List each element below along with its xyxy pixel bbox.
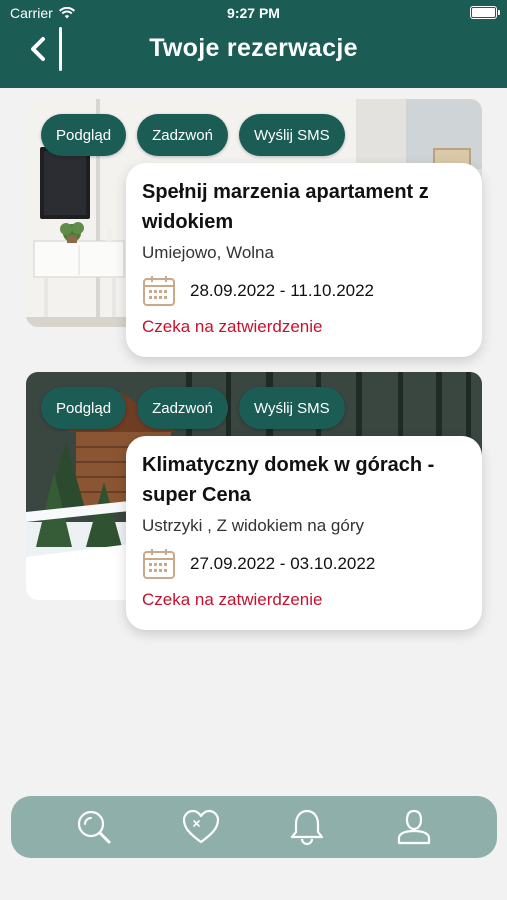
app-header: Carrier 9:27 PM Twoje rezerwacje bbox=[0, 0, 507, 88]
date-range: 28.09.2022 - 11.10.2022 bbox=[190, 281, 375, 300]
preview-button[interactable]: Podgląd bbox=[41, 387, 127, 429]
preview-button[interactable]: Podgląd bbox=[41, 114, 127, 156]
listing-location: Ustrzyki , Z widokiem na góry bbox=[142, 516, 364, 535]
listing-title: Klimatyczny domek w górach - super Cena bbox=[142, 454, 435, 506]
reservation-status: Czeka na zatwierdzenie bbox=[142, 317, 323, 336]
reservation-dates: 27.09.2022 - 03.10.2022 bbox=[142, 548, 466, 580]
tab-search[interactable] bbox=[74, 807, 114, 847]
tab-favorites[interactable] bbox=[181, 807, 221, 847]
date-range: 27.09.2022 - 03.10.2022 bbox=[190, 554, 376, 573]
heart-icon bbox=[182, 809, 219, 844]
status-time: 9:27 PM bbox=[227, 5, 280, 21]
sms-button[interactable]: Wyślij SMS bbox=[238, 387, 345, 429]
reservation-status: Czeka na zatwierdzenie bbox=[142, 590, 323, 609]
reservation-card: Podgląd Zadzwoń Wyślij SMS Klimatyczny d… bbox=[26, 372, 482, 632]
reservation-actions: Podgląd Zadzwoń Wyślij SMS bbox=[41, 387, 345, 429]
reservation-actions: Podgląd Zadzwoń Wyślij SMS bbox=[41, 114, 345, 156]
tab-profile[interactable] bbox=[394, 807, 434, 847]
page-title: Twoje rezerwacje bbox=[149, 34, 358, 62]
bottom-tab-bar bbox=[11, 796, 497, 858]
tab-notifications[interactable] bbox=[287, 807, 327, 847]
bell-icon bbox=[291, 809, 324, 846]
battery-icon bbox=[470, 6, 500, 19]
user-icon bbox=[397, 809, 430, 845]
reservation-dates: 28.09.2022 - 11.10.2022 bbox=[142, 275, 466, 307]
reservation-info[interactable]: Klimatyczny domek w górach - super Cena … bbox=[126, 436, 482, 630]
sms-button[interactable]: Wyślij SMS bbox=[238, 114, 345, 156]
listing-title: Spełnij marzenia apartament z widokiem bbox=[142, 181, 429, 233]
calendar-icon bbox=[143, 549, 175, 579]
status-bar: Carrier 9:27 PM bbox=[0, 0, 507, 26]
search-icon bbox=[78, 810, 111, 844]
listing-location: Umiejowo, Wolna bbox=[142, 243, 274, 262]
calendar-icon bbox=[143, 276, 175, 306]
reservation-info[interactable]: Spełnij marzenia apartament z widokiem U… bbox=[126, 163, 482, 357]
reservation-card: Podgląd Zadzwoń Wyślij SMS Spełnij marze… bbox=[26, 99, 482, 359]
call-button[interactable]: Zadzwoń bbox=[137, 387, 228, 429]
call-button[interactable]: Zadzwoń bbox=[137, 114, 228, 156]
